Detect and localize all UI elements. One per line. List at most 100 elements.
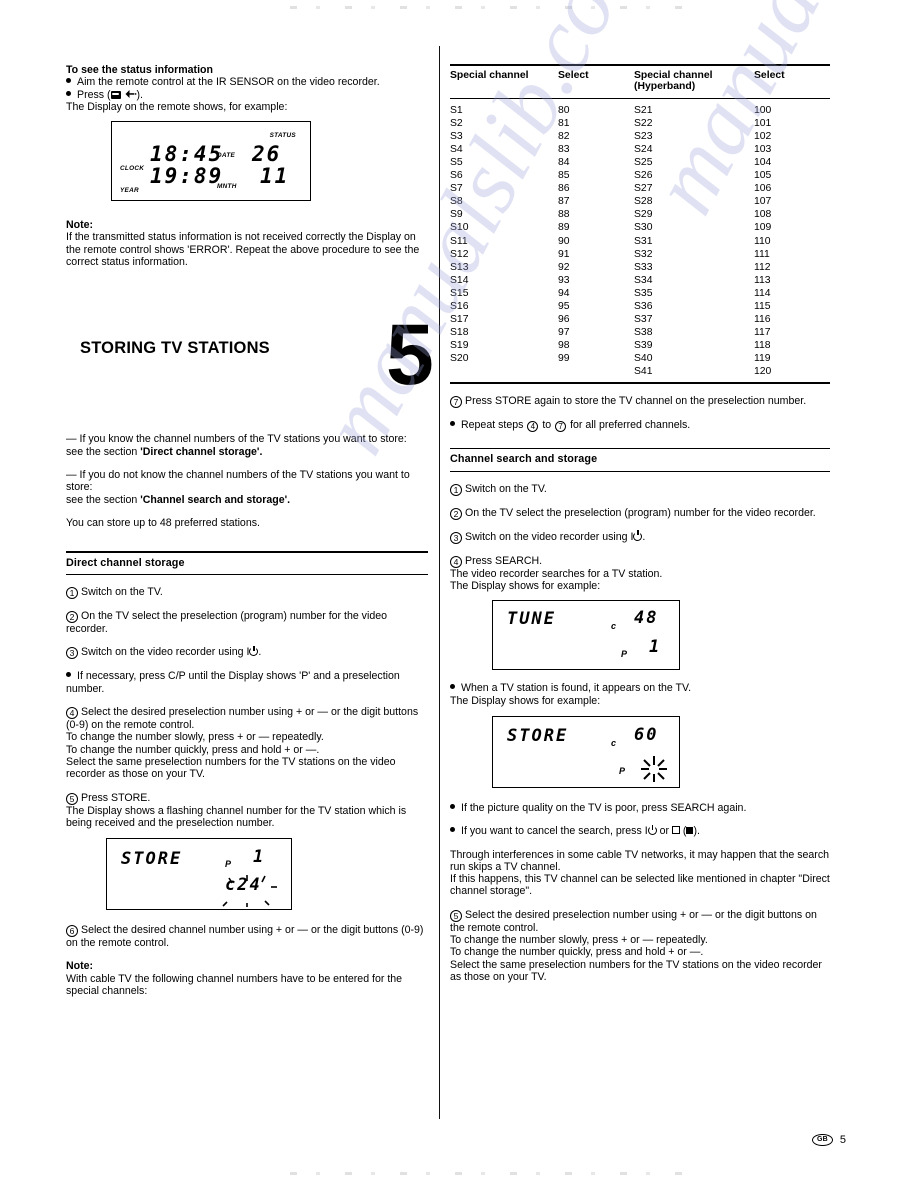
status-arrow-icon	[124, 89, 137, 99]
special-channel-table-body: S1 80 S21 100 S2 81 S22 101 S3 82 S23 102 S4 83 S24 103…	[450, 104, 830, 378]
stop-outline-icon	[671, 826, 680, 835]
cell-select: 91	[558, 248, 570, 260]
cell-special-channel-hyperband: S33	[634, 261, 653, 273]
column-divider	[439, 46, 441, 1119]
lcd-preset-label: P	[621, 649, 628, 660]
direct-step-4-line4: Select the same preselection numbers for…	[66, 755, 396, 781]
lcd-preset-value: 1	[253, 847, 266, 868]
step-number-5: 5	[66, 792, 78, 805]
cell-select: 81	[558, 118, 570, 130]
cell-special-channel-hyperband: S35	[634, 287, 653, 299]
cell-special-channel: S19	[450, 339, 469, 351]
cell-select-hyperband: 103	[754, 144, 772, 156]
store-search-lcd: STORE c 60 P	[492, 715, 680, 788]
cell-special-channel: S20	[450, 352, 469, 364]
cell-select	[558, 365, 634, 378]
table-row: S10 89 S30 109	[450, 221, 830, 234]
cell-select: 83	[558, 144, 570, 156]
step-number-5: 5	[450, 909, 462, 922]
table-row: S18 97 S38 117	[450, 326, 830, 339]
table-row: S19 98 S39 118	[450, 339, 830, 352]
cell-special-channel: S17	[450, 313, 469, 325]
cell-select-hyperband: 114	[754, 287, 771, 299]
lcd-year-value: 19:89	[150, 164, 224, 189]
cell-select-hyperband: 115	[754, 300, 771, 312]
bullet-dot-icon	[66, 672, 71, 678]
table-rule-mid	[450, 97, 830, 100]
lcd-time-value: 18:45	[150, 142, 224, 167]
section-title-channel-search: Channel search and storage	[450, 453, 598, 466]
table-row: S13 92 S33 112	[450, 261, 830, 274]
table-row: S1 80 S21 100	[450, 104, 830, 117]
table-row: S15 94 S35 114	[450, 287, 830, 300]
cell-special-channel	[450, 365, 558, 378]
step-number-2: 2	[66, 611, 78, 624]
power-symbol-icon	[647, 824, 657, 836]
search-step-2: 2 On the TV select the preselection (prog…	[450, 507, 830, 520]
cell-select-hyperband: 113	[754, 274, 771, 286]
table-row: S9 88 S29 108	[450, 208, 830, 221]
table-header-select-2: Select	[754, 69, 785, 81]
cell-select-hyperband: 105	[754, 170, 772, 182]
cell-special-channel-hyperband: S39	[634, 339, 653, 351]
direct-step-2: 2 On the TV select the preselection (prog…	[66, 610, 387, 636]
cell-select-hyperband: 102	[754, 131, 772, 143]
cell-special-channel: S2	[450, 118, 463, 130]
step-number-3: 3	[66, 647, 78, 660]
lcd-preset-value: 1	[649, 637, 662, 658]
search-step-4-line2: The video recorder searches for a TV sta…	[450, 567, 663, 580]
manual-page: To see the status information Aim the re…	[0, 0, 918, 1188]
bullet-dot-icon	[66, 90, 71, 96]
lcd-mode-value: STORE	[121, 849, 183, 870]
intro-para2-line1: — If you do not know the channel numbers…	[66, 468, 410, 494]
cell-special-channel-hyperband: S28	[634, 196, 653, 208]
cell-special-channel-hyperband: S24	[634, 144, 653, 156]
direct-step-4-line1: 4 Select the desired preselection number …	[66, 706, 419, 732]
status-bullet-press: Press ( ).	[66, 89, 428, 101]
cell-special-channel: S12	[450, 248, 469, 260]
cell-special-channel-hyperband: S31	[634, 235, 653, 247]
cell-select: 92	[558, 261, 570, 273]
interference-para-line1: Through interferences in some cable TV n…	[450, 848, 830, 873]
search-step-7-line1: 7 Press STORE again to store the TV chann…	[450, 395, 830, 408]
cell-special-channel: S5	[450, 157, 463, 169]
cell-select: 90	[558, 235, 570, 247]
table-header-special-channel-hyperband: Special channel (Hyperband)	[634, 69, 713, 93]
lcd-month-value: 11	[260, 164, 290, 189]
table-row: S16 95 S36 115	[450, 300, 830, 313]
table-row: S2 81 S22 101	[450, 117, 830, 130]
cell-special-channel-hyperband: S40	[634, 352, 653, 364]
cell-special-channel-hyperband: S34	[634, 274, 653, 286]
lcd-mode-value: STORE	[507, 725, 569, 746]
cell-select-hyperband: 108	[754, 209, 772, 221]
note1-body: If the transmitted status information is…	[66, 231, 420, 269]
chapter-number: 5	[386, 307, 434, 404]
lcd-channel-value: 48	[634, 608, 659, 629]
cell-special-channel: S1	[450, 105, 463, 117]
step-number-2: 2	[450, 507, 462, 520]
search-found-bullet-line1: When a TV station is found, it appears o…	[450, 682, 830, 694]
cell-special-channel: S9	[450, 209, 463, 221]
cassette-icon	[110, 90, 121, 99]
step-number-3: 3	[450, 531, 462, 544]
search-found-bullet-line2: The Display shows for example:	[450, 694, 601, 707]
cell-special-channel-hyperband: S22	[634, 118, 653, 130]
cell-select: 85	[558, 170, 570, 182]
cell-special-channel: S8	[450, 196, 463, 208]
direct-bullet-cp: If necessary, press C/P until the Displa…	[66, 670, 400, 695]
direct-step-1: 1 Switch on the TV.	[66, 586, 428, 600]
cell-special-channel-hyperband: S37	[634, 313, 653, 325]
cell-special-channel: S11	[450, 235, 468, 247]
direct-step-5-line2: The Display shows a flashing channel num…	[66, 804, 407, 829]
cell-special-channel-hyperband: S32	[634, 248, 653, 260]
table-header-select-1: Select	[558, 69, 589, 81]
cell-special-channel-hyperband: S23	[634, 131, 653, 143]
cell-special-channel-hyperband: S29	[634, 209, 653, 221]
search-step-3: 3 Switch on the video recorder using I.	[450, 530, 830, 544]
cell-special-channel: S4	[450, 144, 463, 156]
cell-select: 99	[558, 352, 570, 364]
cell-special-channel: S18	[450, 326, 469, 338]
direct-step-6: 6 Select the desired channel number using…	[66, 924, 424, 950]
step-number-4: 4	[450, 555, 462, 568]
cell-select: 80	[558, 105, 570, 117]
